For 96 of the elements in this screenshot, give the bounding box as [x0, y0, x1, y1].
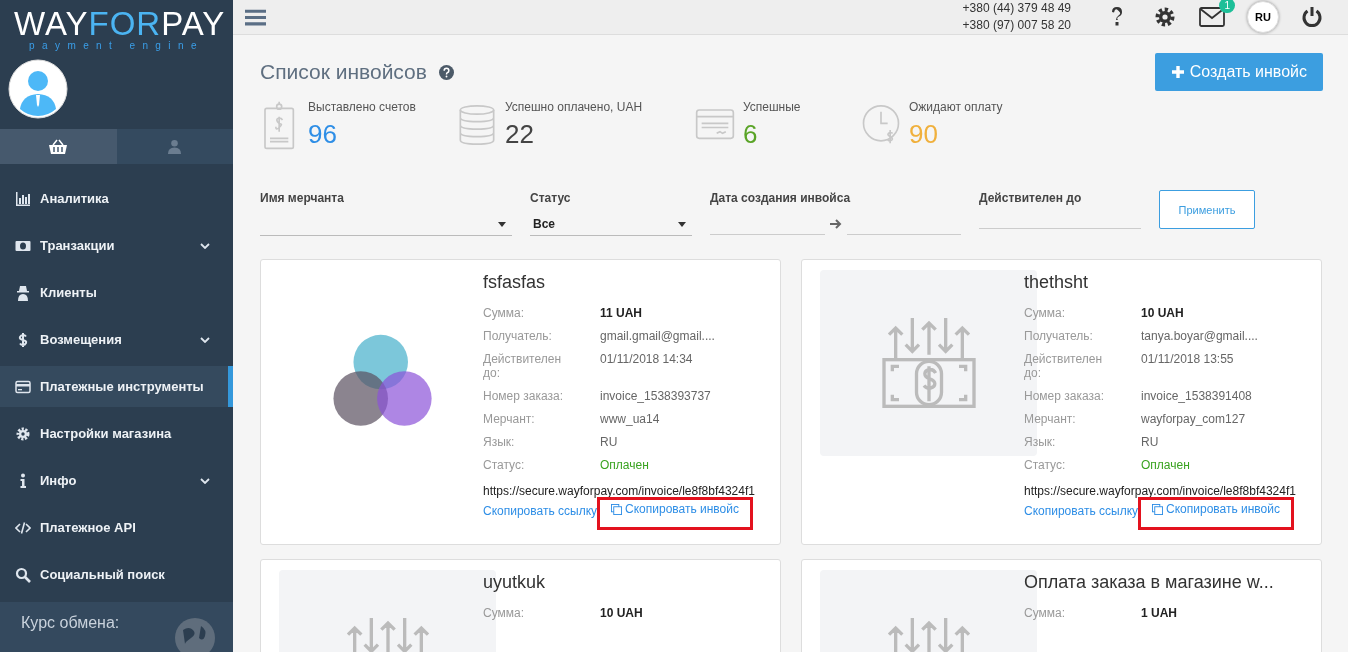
- notification-badge: 1: [1219, 0, 1235, 13]
- sidebar-item[interactable]: Инфо: [0, 460, 233, 501]
- field-value: 10 UAH: [600, 606, 644, 620]
- stat-label: Выставлено счетов: [308, 100, 416, 114]
- filter-label: Имя мерчанта: [260, 191, 345, 207]
- field-value: tanya.boyar@gmail....: [1141, 329, 1259, 343]
- field-value: RU: [600, 435, 619, 449]
- copy-icon: [1152, 503, 1164, 515]
- chevron-down-icon: [200, 336, 210, 343]
- filter-label: Дата создания инвойса: [710, 191, 852, 207]
- field-label: Получатель:: [483, 329, 553, 343]
- chart-icon: [15, 190, 31, 207]
- field-label: Номер заказа:: [483, 389, 564, 403]
- field-value: invoice_1538391408: [1141, 389, 1253, 403]
- language-button[interactable]: RU: [1247, 1, 1279, 33]
- caret-icon: [498, 221, 506, 227]
- copy-link-link[interactable]: Скопировать ссылку: [1024, 504, 1139, 518]
- field-value: invoice_1538393737: [600, 389, 712, 403]
- field-label: Получатель:: [1024, 329, 1094, 343]
- field-value: 1 UAH: [1141, 606, 1178, 620]
- phone-number: +380 (97) 007 58 20: [962, 17, 1071, 34]
- help-icon[interactable]: [438, 64, 454, 80]
- status-select[interactable]: Все: [530, 213, 692, 236]
- plus-icon: [1170, 65, 1185, 79]
- code-icon: [15, 519, 31, 536]
- settings-icon[interactable]: [1154, 6, 1176, 28]
- field-label: Действителен до:: [1024, 352, 1104, 380]
- menu-icon[interactable]: [245, 8, 266, 26]
- field-label: Номер заказа:: [1024, 389, 1105, 403]
- field-value: 01/11/2018 13:55: [1141, 352, 1235, 368]
- caret-icon: [678, 221, 686, 227]
- sidebar-item[interactable]: Аналитика: [0, 178, 233, 219]
- power-icon[interactable]: [1301, 6, 1323, 28]
- copy-invoice-link[interactable]: Скопировать инвойс: [611, 502, 739, 516]
- stat-value: 22: [505, 119, 535, 150]
- field-value: wayforpay_com127: [1141, 412, 1247, 426]
- exchange-label: Курс обмена:: [21, 614, 121, 632]
- field-label: Язык:: [483, 435, 516, 449]
- filter-label: Действителен до: [979, 191, 1083, 207]
- stat-label: Ожидают оплату: [909, 100, 1003, 114]
- sidebar-item[interactable]: Транзакции: [0, 225, 233, 266]
- arrow-right-icon: [829, 218, 842, 230]
- filter-label: Статус: [530, 191, 572, 207]
- field-label: Статус:: [1024, 458, 1067, 472]
- field-value: 01/11/2018 14:34: [600, 352, 694, 368]
- field-label: Мерчант:: [1024, 412, 1077, 426]
- phone-number: +380 (44) 379 48 49: [962, 0, 1071, 17]
- spy-icon: [15, 284, 31, 301]
- field-label: Сумма:: [1024, 306, 1067, 320]
- field-label: Мерчант:: [483, 412, 536, 426]
- gear-icon: [15, 425, 31, 442]
- invoice-title: fsfasfas: [483, 272, 547, 293]
- stat-value: 6: [743, 119, 759, 150]
- stat-value: 90: [909, 119, 939, 150]
- invoice-url: https://secure.wayforpay.com/invoice/le8f8bf4324f1: [483, 484, 756, 498]
- field-value: Оплачен: [600, 458, 650, 472]
- basket-tab[interactable]: [0, 129, 117, 164]
- field-value: gmail.gmail@gmail....: [600, 329, 716, 343]
- mail-icon[interactable]: [1199, 7, 1225, 27]
- field-label: Язык:: [1024, 435, 1057, 449]
- brand-logo: WAYFORPAY payment engine: [13, 4, 227, 51]
- sidebar-item[interactable]: Платежное API: [0, 507, 233, 548]
- field-label: Сумма:: [483, 306, 526, 320]
- invoice-title: Оплата заказа в магазине w...: [1024, 572, 1275, 593]
- globe-icon: [175, 618, 215, 652]
- user-icon: [167, 139, 183, 154]
- page-title: Список инвойсов: [260, 60, 427, 84]
- sidebar-item[interactable]: Социальный поиск: [0, 554, 233, 595]
- field-value: www_ua14: [600, 412, 661, 426]
- field-label: Сумма:: [1024, 606, 1067, 620]
- search-icon: [15, 566, 31, 583]
- field-label: Действителен до:: [483, 352, 563, 380]
- field-value: 11 UAH: [600, 306, 644, 320]
- invoice-title: thethsht: [1024, 272, 1090, 293]
- sidebar-item[interactable]: Настройки магазина: [0, 413, 233, 454]
- sidebar-item[interactable]: Возмещения: [0, 319, 233, 360]
- copy-icon: [611, 503, 623, 515]
- field-value: Оплачен: [1141, 458, 1191, 472]
- sidebar-item[interactable]: Платежные инструменты: [0, 366, 233, 407]
- chevron-down-icon: [200, 477, 210, 484]
- field-label: Сумма:: [483, 606, 526, 620]
- field-value: 10 UAH: [1141, 306, 1185, 320]
- invoice-url: https://secure.wayforpay.com/invoice/le8f8bf4324f1: [1024, 484, 1297, 498]
- sidebar-item[interactable]: Клиенты: [0, 272, 233, 313]
- stat-label: Успешные: [743, 100, 801, 114]
- field-value: RU: [1141, 435, 1160, 449]
- stat-label: Успешно оплачено, UAH: [505, 100, 643, 114]
- avatar-silhouette-icon[interactable]: [8, 59, 68, 119]
- invoice-title: uyutkuk: [483, 572, 547, 593]
- copy-invoice-link[interactable]: Скопировать инвойс: [1152, 502, 1280, 516]
- card-icon: [15, 378, 31, 395]
- field-label: Статус:: [483, 458, 526, 472]
- copy-link-link[interactable]: Скопировать ссылку: [483, 504, 598, 518]
- stat-value: 96: [308, 119, 338, 150]
- chevron-down-icon: [200, 242, 210, 249]
- basket-icon: [48, 138, 69, 155]
